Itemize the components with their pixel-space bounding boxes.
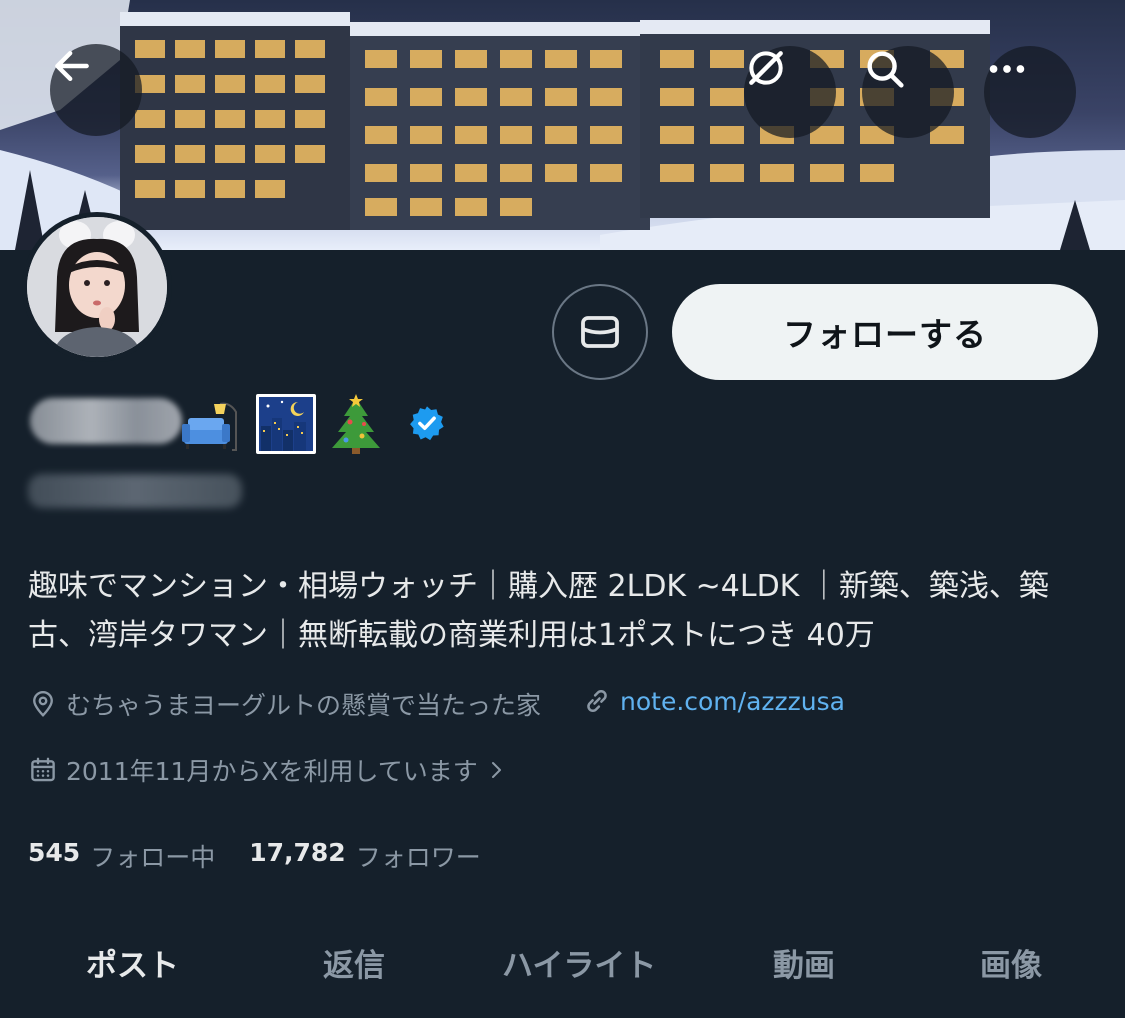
location-pin-icon (28, 689, 58, 719)
chevron-right-icon (484, 758, 508, 782)
more-button[interactable] (984, 46, 1076, 138)
profile-location: むちゃうまヨーグルトの懸賞で当たった家 (28, 686, 541, 722)
arrow-left-icon (55, 50, 89, 82)
avatar-image (27, 217, 167, 357)
joined-text: 2011年11月からXを利用しています (66, 757, 478, 786)
profile-banner[interactable] (0, 0, 1125, 250)
banner-image (0, 0, 1125, 250)
christmas-tree-emoji (332, 394, 380, 454)
verified-badge-icon[interactable] (408, 404, 446, 442)
followers-stat[interactable]: 17,782 フォロワー (249, 838, 481, 874)
search-button[interactable] (862, 46, 954, 138)
back-button[interactable] (50, 44, 142, 136)
more-horizontal-icon (989, 65, 1025, 73)
location-text: むちゃうまヨーグルトの懸賞で当たった家 (66, 691, 542, 720)
profile-bio: 趣味でマンション・相場ウォッチ｜購入歴 2LDK ~4LDK ｜新築、築浅、築古… (28, 569, 1049, 653)
following-label: フォロー中 (90, 843, 216, 872)
tab-replies[interactable]: 返信 (323, 940, 385, 985)
tab-highlights[interactable]: ハイライト (502, 940, 656, 985)
display-name (30, 392, 630, 456)
message-button[interactable] (552, 284, 648, 380)
follow-button[interactable]: フォローする (672, 284, 1098, 380)
grok-icon (749, 51, 783, 85)
grok-button[interactable] (744, 46, 836, 138)
display-name-redacted (30, 398, 182, 444)
profile-joined[interactable]: 2011年11月からXを利用しています (28, 752, 508, 788)
avatar[interactable] (22, 212, 172, 362)
couch-and-lamp-emoji (182, 402, 237, 451)
profile-tabs: ポスト 返信 ハイライト 動画 画像 (0, 930, 1125, 994)
calendar-icon (28, 755, 58, 785)
followers-count: 17,782 (249, 838, 346, 867)
search-icon (867, 51, 904, 88)
profile-website[interactable]: note.com/azzzusa (582, 686, 845, 716)
night-with-stars-emoji (256, 394, 316, 454)
website-link[interactable]: note.com/azzzusa (620, 687, 845, 716)
username-handle-redacted (28, 474, 242, 508)
link-icon (582, 686, 612, 716)
profile-stats: 545 フォロー中 17,782 フォロワー (28, 838, 515, 874)
tab-videos[interactable]: 動画 (773, 940, 835, 985)
following-count: 545 (28, 838, 81, 867)
envelope-icon (581, 316, 619, 348)
tab-posts[interactable]: ポスト (86, 940, 179, 985)
followers-label: フォロワー (355, 843, 481, 872)
following-stat[interactable]: 545 フォロー中 (28, 838, 215, 874)
tab-media[interactable]: 画像 (980, 940, 1042, 985)
